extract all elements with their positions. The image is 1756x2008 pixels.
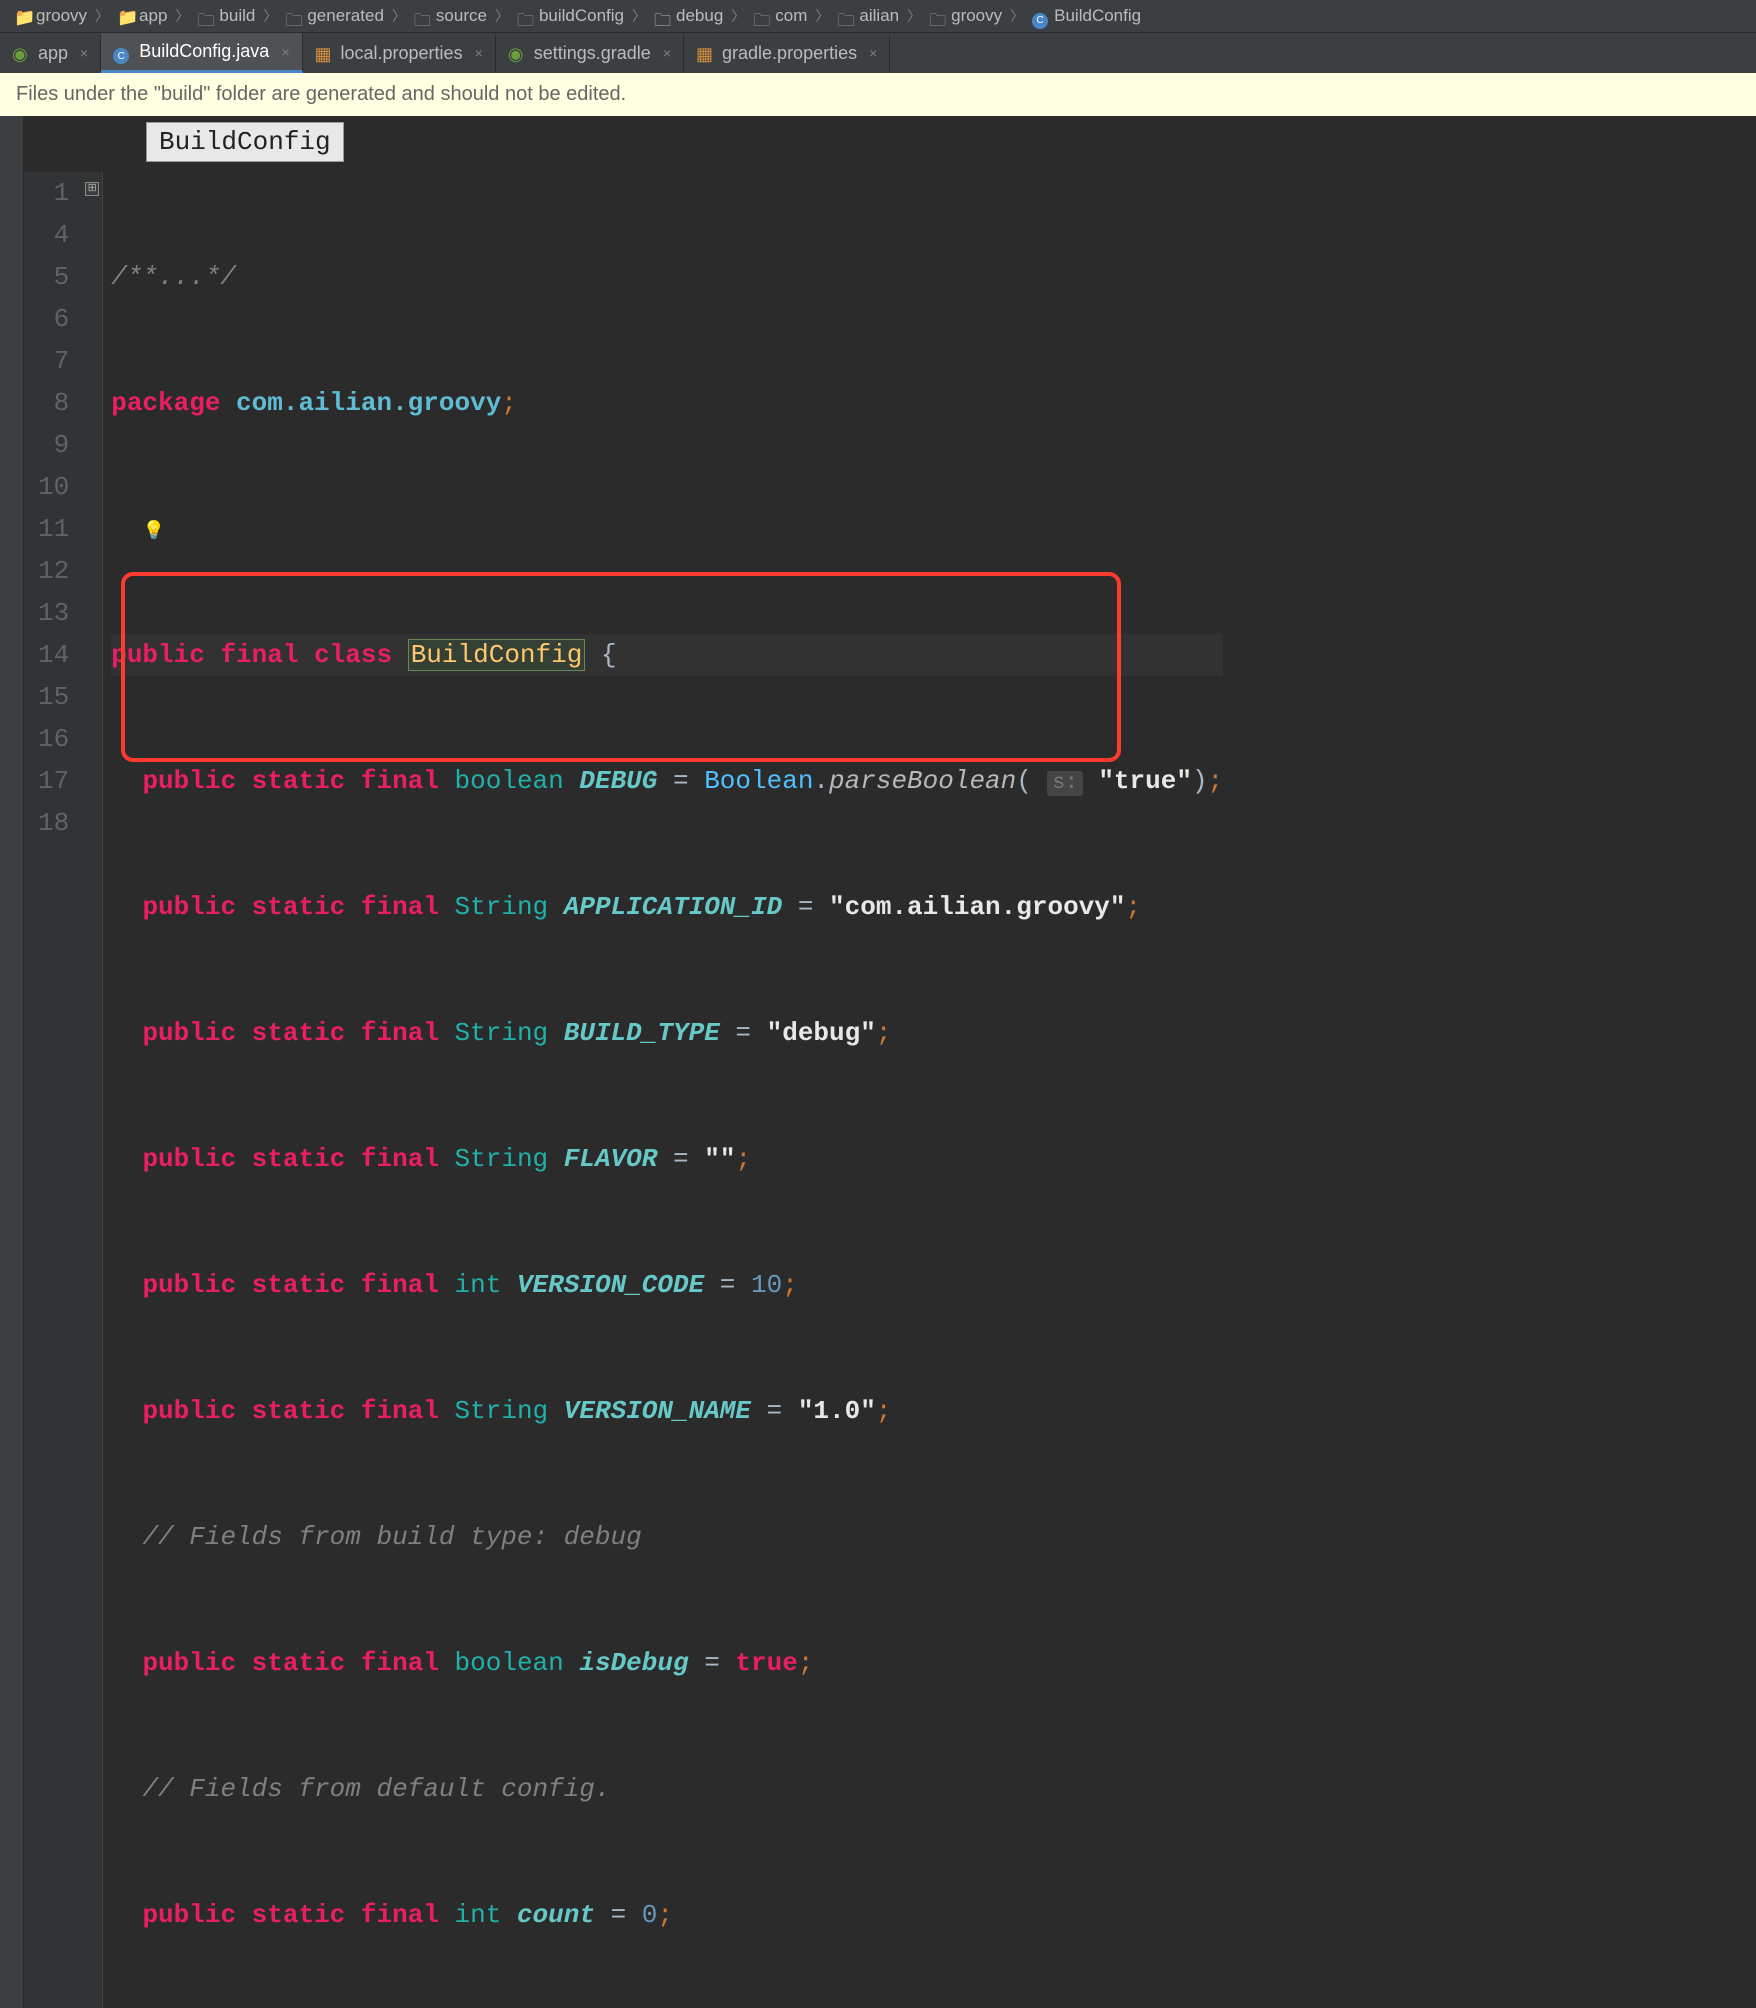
folder-icon: 🗀 xyxy=(753,8,771,24)
line-number[interactable]: 18 xyxy=(38,802,69,844)
fold-column[interactable]: ⊞ xyxy=(83,172,103,2008)
folded-comment[interactable]: /**...*/ xyxy=(111,262,236,292)
line-number[interactable]: 6 xyxy=(38,298,69,340)
folder-icon: 🗀 xyxy=(414,8,432,24)
line-number[interactable]: 8 xyxy=(38,382,69,424)
folder-icon: 🗀 xyxy=(929,8,947,24)
tab-label: app xyxy=(38,43,68,64)
properties-icon: ▦ xyxy=(696,44,714,62)
breadcrumb-item[interactable]: 🗀debug xyxy=(648,4,729,28)
class-name-highlight: BuildConfig xyxy=(408,639,586,671)
folder-icon: 🗀 xyxy=(517,8,535,24)
close-icon[interactable]: × xyxy=(80,45,88,61)
class-icon: C xyxy=(113,43,131,61)
tab-settings-gradle[interactable]: ◉ settings.gradle × xyxy=(496,35,684,72)
module-icon: 📁 xyxy=(14,8,32,24)
breadcrumb-sep: 〉 xyxy=(95,6,109,26)
line-number[interactable]: 9 xyxy=(38,424,69,466)
line-number[interactable]: 5 xyxy=(38,256,69,298)
module-icon: 📁 xyxy=(117,8,135,24)
breadcrumb-bar: 📁groovy〉 📁app〉 🗀build〉 🗀generated〉 🗀sour… xyxy=(0,0,1756,33)
folder-src-icon: 🗀 xyxy=(654,8,672,24)
line-number[interactable]: 17 xyxy=(38,760,69,802)
line-number[interactable]: 15 xyxy=(38,676,69,718)
tab-app[interactable]: ◉ app × xyxy=(0,35,101,72)
gradle-icon: ◉ xyxy=(12,44,30,62)
side-toolwindow-bar[interactable] xyxy=(0,116,24,2008)
line-number[interactable]: 10 xyxy=(38,466,69,508)
line-number[interactable]: 11 xyxy=(38,508,69,550)
class-icon: C xyxy=(1032,8,1050,24)
breadcrumb-item[interactable]: 🗀buildConfig xyxy=(511,4,630,28)
line-number[interactable]: 12 xyxy=(38,550,69,592)
breadcrumb-item[interactable]: CBuildConfig xyxy=(1026,4,1147,28)
tab-buildconfig[interactable]: C BuildConfig.java × xyxy=(101,33,302,73)
breadcrumb-item[interactable]: 🗀generated xyxy=(279,4,390,28)
breadcrumb-item[interactable]: 🗀build xyxy=(191,4,261,28)
tab-label: settings.gradle xyxy=(534,43,651,64)
line-number[interactable]: 4 xyxy=(38,214,69,256)
gradle-icon: ◉ xyxy=(508,44,526,62)
folder-icon: 🗀 xyxy=(197,8,215,24)
parameter-hint: s: xyxy=(1047,771,1082,796)
breadcrumb-item[interactable]: 🗀groovy xyxy=(923,4,1008,28)
tab-label: gradle.properties xyxy=(722,43,857,64)
intention-bulb-icon[interactable]: 💡 xyxy=(142,522,164,542)
breadcrumb-item[interactable]: 🗀com xyxy=(747,4,813,28)
tab-gradle-properties[interactable]: ▦ gradle.properties × xyxy=(684,35,890,72)
close-icon[interactable]: × xyxy=(663,45,671,61)
tab-label: BuildConfig.java xyxy=(139,41,269,62)
breadcrumb-item[interactable]: 📁app xyxy=(111,4,173,28)
close-icon[interactable]: × xyxy=(475,45,483,61)
properties-icon: ▦ xyxy=(315,44,333,62)
fold-expand-icon[interactable]: ⊞ xyxy=(85,182,99,196)
code-editor[interactable]: /**...*/ package com.ailian.groovy; 💡 pu… xyxy=(103,172,1223,2008)
class-breadcrumb[interactable]: BuildConfig xyxy=(146,122,344,162)
line-number[interactable]: 13 xyxy=(38,592,69,634)
folder-icon: 🗀 xyxy=(285,8,303,24)
breadcrumb-item[interactable]: 📁groovy xyxy=(8,4,93,28)
close-icon[interactable]: × xyxy=(869,45,877,61)
line-gutter[interactable]: 1 4 5 6 7 8 9 10 11 12 13 14 15 16 17 18 xyxy=(24,172,83,2008)
tab-local-properties[interactable]: ▦ local.properties × xyxy=(303,35,496,72)
folder-icon: 🗀 xyxy=(837,8,855,24)
tab-label: local.properties xyxy=(341,43,463,64)
line-number[interactable]: 7 xyxy=(38,340,69,382)
line-number[interactable]: 16 xyxy=(38,718,69,760)
breadcrumb-item[interactable]: 🗀ailian xyxy=(831,4,905,28)
editor-area: BuildConfig 1 4 5 6 7 8 9 10 11 12 13 14… xyxy=(0,116,1756,2008)
line-number[interactable]: 14 xyxy=(38,634,69,676)
editor-tabs: ◉ app × C BuildConfig.java × ▦ local.pro… xyxy=(0,33,1756,73)
generated-warning-banner: Files under the "build" folder are gener… xyxy=(0,73,1756,116)
breadcrumb-item[interactable]: 🗀source xyxy=(408,4,493,28)
close-icon[interactable]: × xyxy=(281,44,289,60)
line-number[interactable]: 1 xyxy=(38,172,69,214)
